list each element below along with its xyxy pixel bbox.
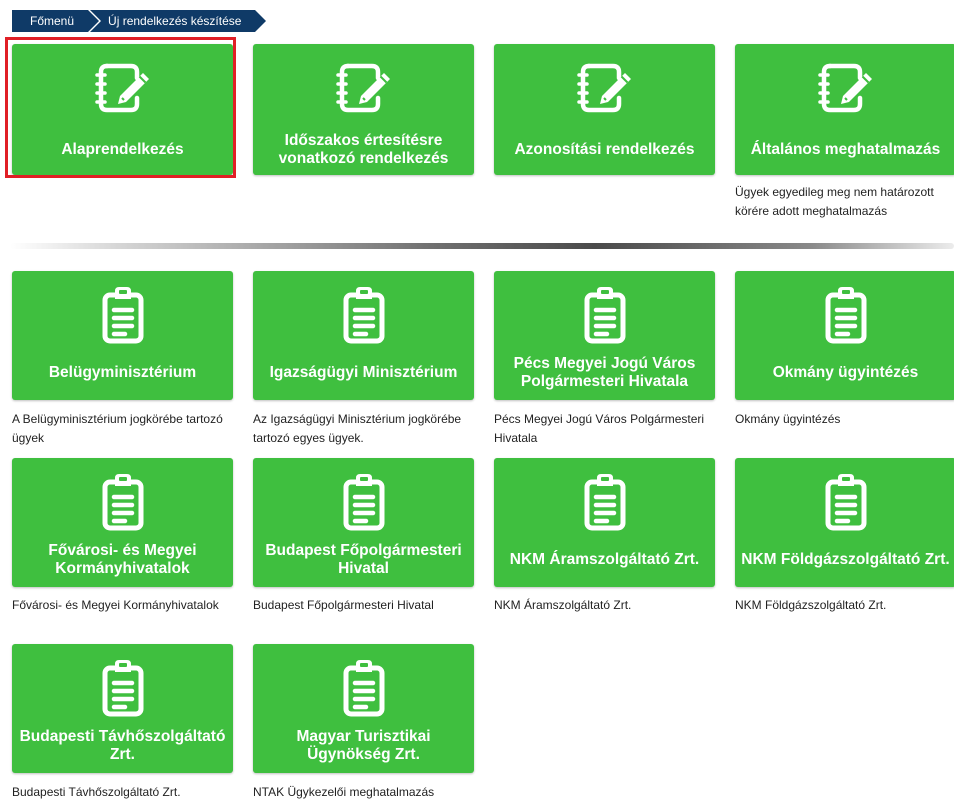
tile-idoszakos-ertesites[interactable]: Időszakos értesítésre vonatkozó rendelke… — [253, 44, 474, 175]
tile-label: Magyar Turisztikai Ügynökség Zrt. — [296, 728, 431, 763]
clipboard-icon — [93, 472, 153, 532]
tile-nkm-foldgazszolgaltato[interactable]: NKM Földgázszolgáltató Zrt. — [735, 458, 954, 587]
clipboard-icon — [93, 285, 153, 345]
clipboard-icon — [334, 285, 394, 345]
notebook-pencil-icon — [334, 58, 394, 118]
tile-label: Azonosítási rendelkezés — [514, 141, 695, 158]
clipboard-icon — [575, 472, 635, 532]
breadcrumb-current[interactable]: Új rendelkezés készítése — [90, 10, 267, 32]
tile-label: Időszakos értesítésre vonatkozó rendelke… — [278, 132, 449, 167]
tile-belugyminiszterium[interactable]: Belügyminisztérium — [12, 271, 233, 400]
tile-description: Budapest Főpolgármesteri Hivatal — [253, 598, 434, 612]
tile-altalanos-meghatalmazas[interactable]: Általános meghatalmazás — [735, 44, 954, 175]
tile-description: Ügyek egyedileg meg nem határozott körér… — [735, 185, 934, 218]
tile-turisztikai-ugynokseg[interactable]: Magyar Turisztikai Ügynökség Zrt. — [253, 644, 474, 773]
tile-description: NKM Földgázszolgáltató Zrt. — [735, 598, 887, 612]
clipboard-icon — [575, 285, 635, 345]
tile-description: A Belügyminisztérium jogkörébe tartozó ü… — [12, 412, 223, 445]
tile-pecs-polgarmesteri-hivatal[interactable]: Pécs Megyei Jogú Város Polgármesteri Hiv… — [494, 271, 715, 400]
tile-label: Igazságügyi Minisztérium — [269, 364, 458, 381]
tile-label: Budapest Főpolgármesteri Hivatal — [265, 542, 462, 577]
tile-okmany-ugyintezes[interactable]: Okmány ügyintézés — [735, 271, 954, 400]
tile-description: Fővárosi- és Megyei Kormányhivatalok — [12, 598, 219, 612]
breadcrumb: Főmenü Új rendelkezés készítése — [12, 10, 267, 32]
clipboard-icon — [816, 472, 876, 532]
tile-label: Belügyminisztérium — [48, 364, 197, 381]
notebook-pencil-icon — [575, 58, 635, 118]
breadcrumb-home[interactable]: Főmenü — [12, 10, 100, 32]
tile-azonositasi-rendelkezes[interactable]: Azonosítási rendelkezés — [494, 44, 715, 175]
tile-label: Budapesti Távhőszolgáltató Zrt. — [19, 728, 226, 763]
clipboard-icon — [93, 658, 153, 718]
tile-description: NTAK Ügykezelői meghatalmazás — [253, 785, 435, 799]
tile-description: Okmány ügyintézés — [735, 412, 841, 426]
tile-tavhoszolgaltato[interactable]: Budapesti Távhőszolgáltató Zrt. — [12, 644, 233, 773]
notebook-pencil-icon — [816, 58, 876, 118]
tile-nkm-aramszolgaltato[interactable]: NKM Áramszolgáltató Zrt. — [494, 458, 715, 587]
tile-igazsagugyi-miniszterium[interactable]: Igazságügyi Minisztérium — [253, 271, 474, 400]
section-divider — [10, 243, 954, 249]
tile-description: NKM Áramszolgáltató Zrt. — [494, 598, 632, 612]
tile-label: Általános meghatalmazás — [750, 141, 941, 158]
tile-label: Pécs Megyei Jogú Város Polgármesteri Hiv… — [513, 355, 696, 390]
tile-label: NKM Áramszolgáltató Zrt. — [509, 551, 700, 568]
tile-description: Az Igazságügyi Minisztérium jogkörébe ta… — [253, 412, 462, 445]
clipboard-icon — [816, 285, 876, 345]
tile-label: Okmány ügyintézés — [772, 364, 919, 381]
tile-kormanyhivatalok[interactable]: Fővárosi- és Megyei Kormányhivatalok — [12, 458, 233, 587]
tile-label: Fővárosi- és Megyei Kormányhivatalok — [48, 542, 197, 577]
selection-highlight — [5, 37, 236, 178]
tile-label: NKM Földgázszolgáltató Zrt. — [741, 551, 950, 568]
clipboard-icon — [334, 658, 394, 718]
tile-fopolgarmesteri-hivatal[interactable]: Budapest Főpolgármesteri Hivatal — [253, 458, 474, 587]
tile-description: Budapesti Távhőszolgáltató Zrt. — [12, 785, 181, 799]
clipboard-icon — [334, 472, 394, 532]
tile-description: Pécs Megyei Jogú Város Polgármesteri Hiv… — [494, 412, 705, 445]
